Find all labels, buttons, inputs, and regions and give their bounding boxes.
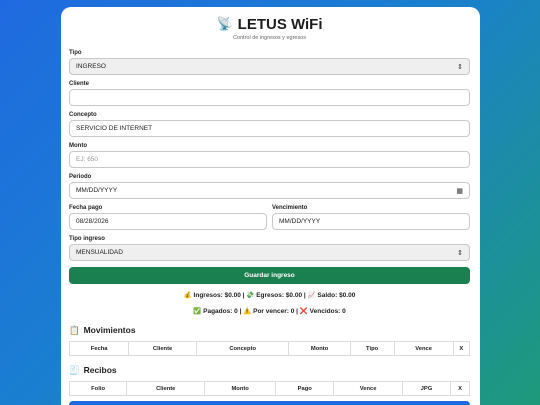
fecha-pago-field: Fecha pago 08/28/2026 bbox=[69, 204, 267, 230]
movimientos-title: Movimientos bbox=[83, 325, 136, 335]
vencimiento-label: Vencimiento bbox=[272, 205, 308, 211]
concepto-label: Concepto bbox=[69, 112, 97, 118]
calendar-icon[interactable]: ▦ bbox=[456, 187, 463, 195]
tipo-ingreso-label: Tipo ingreso bbox=[69, 236, 105, 242]
header: 📡 LETUS WiFi Control de ingresos y egres… bbox=[69, 15, 470, 43]
periodo-value: MM/DD/YYYY bbox=[76, 187, 118, 194]
receipt-icon: 🧾 bbox=[69, 365, 80, 375]
satellite-dish-icon: 📡 bbox=[216, 16, 233, 31]
col-pago: Pago bbox=[275, 381, 335, 396]
periodo-label: Periodo bbox=[69, 174, 92, 180]
col-x: X bbox=[450, 381, 470, 396]
cliente-field: Cliente bbox=[69, 80, 470, 106]
clipboard-icon: 📋 bbox=[69, 325, 80, 335]
movimientos-header-row: Fecha Cliente Concepto Monto Tipo Vence … bbox=[68, 341, 471, 356]
chevron-updown-icon: ⇕ bbox=[457, 63, 463, 71]
recibos-table: Folio Cliente Monto Pago Vence JPG X bbox=[68, 381, 470, 396]
totals-summary: 💰 Ingresos: $0.00 | 💸 Egresos: $0.00 | 📈… bbox=[183, 292, 356, 299]
cliente-label: Cliente bbox=[69, 81, 90, 87]
col-jpg: JPG bbox=[401, 381, 452, 396]
periodo-field: Periodo MM/DD/YYYY ▦ bbox=[69, 173, 470, 199]
movimientos-table: Fecha Cliente Concepto Monto Tipo Vence … bbox=[68, 341, 471, 356]
main-card: 📡 LETUS WiFi Control de ingresos y egres… bbox=[61, 7, 480, 405]
tipo-ingreso-value: MENSUALIDAD bbox=[76, 249, 123, 256]
fecha-pago-date-input[interactable]: 08/28/2026 bbox=[69, 213, 267, 230]
recibos-heading: 🧾 Recibos bbox=[69, 364, 470, 376]
recibos-title: Recibos bbox=[83, 365, 117, 375]
tipo-value: INGRESO bbox=[76, 63, 106, 70]
col-tipo: Tipo bbox=[349, 341, 395, 356]
tipo-ingreso-field: Tipo ingreso MENSUALIDAD ⇕ bbox=[69, 235, 470, 261]
tipo-select[interactable]: INGRESO ⇕ bbox=[69, 58, 470, 75]
col-cliente: Cliente bbox=[128, 341, 197, 356]
col-concepto: Concepto bbox=[195, 341, 290, 356]
periodo-date-input[interactable]: MM/DD/YYYY ▦ bbox=[69, 182, 470, 199]
concepto-value: SERVICIO DE INTERNET bbox=[76, 125, 153, 132]
fecha-pago-value: 08/28/2026 bbox=[76, 218, 109, 225]
col-folio: Folio bbox=[68, 381, 128, 396]
col-vence: Vence bbox=[333, 381, 403, 396]
col-fecha: Fecha bbox=[68, 341, 130, 356]
bottom-action-button[interactable] bbox=[69, 401, 470, 405]
col-monto: Monto bbox=[288, 341, 351, 356]
app-subtitle: Control de ingresos y egresos bbox=[232, 35, 307, 41]
col-vence: Vence bbox=[393, 341, 454, 356]
app-title-text: LETUS WiFi bbox=[237, 15, 323, 33]
monto-input[interactable]: EJ: 650 bbox=[69, 151, 470, 168]
app-title: 📡 LETUS WiFi bbox=[69, 15, 470, 33]
col-cliente: Cliente bbox=[126, 381, 206, 396]
cliente-input[interactable] bbox=[69, 89, 470, 106]
monto-placeholder: EJ: 650 bbox=[76, 156, 99, 163]
concepto-field: Concepto SERVICIO DE INTERNET bbox=[69, 111, 470, 137]
col-x: X bbox=[452, 341, 471, 356]
status-summary: ✅ Pagados: 0 | ⚠️ Por vencer: 0 | ❌ Venc… bbox=[193, 308, 346, 315]
save-button[interactable]: Guardar ingreso bbox=[69, 267, 470, 284]
monto-label: Monto bbox=[69, 143, 87, 149]
vencimiento-field: Vencimiento MM/DD/YYYY bbox=[272, 204, 470, 230]
vencimiento-date-input[interactable]: MM/DD/YYYY bbox=[272, 213, 470, 230]
monto-field: Monto EJ: 650 bbox=[69, 142, 470, 168]
movimientos-heading: 📋 Movimientos bbox=[69, 324, 470, 336]
tipo-ingreso-select[interactable]: MENSUALIDAD ⇕ bbox=[69, 244, 470, 261]
chevron-updown-icon: ⇕ bbox=[457, 249, 463, 257]
tipo-label: Tipo bbox=[69, 50, 82, 56]
recibos-header-row: Folio Cliente Monto Pago Vence JPG X bbox=[68, 381, 470, 396]
dates-row: Fecha pago 08/28/2026 Vencimiento MM/DD/… bbox=[69, 204, 470, 230]
concepto-input[interactable]: SERVICIO DE INTERNET bbox=[69, 120, 470, 137]
fecha-pago-label: Fecha pago bbox=[69, 205, 103, 211]
vencimiento-value: MM/DD/YYYY bbox=[279, 218, 321, 225]
tipo-field: Tipo INGRESO ⇕ bbox=[69, 49, 470, 75]
col-monto: Monto bbox=[204, 381, 277, 396]
